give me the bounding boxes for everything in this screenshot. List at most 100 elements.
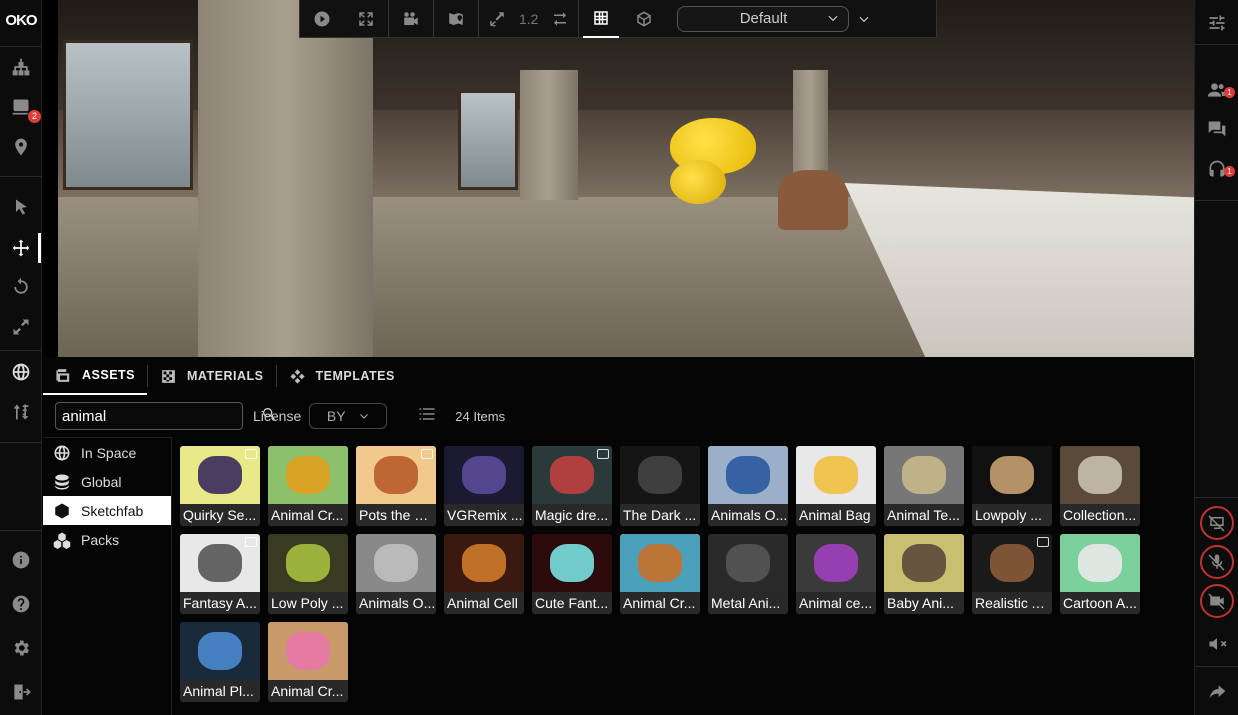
asset-card[interactable]: Lowpoly ...	[972, 446, 1052, 526]
left-toolbar: OKO 2	[0, 0, 42, 715]
hierarchy-icon[interactable]	[0, 52, 42, 82]
rotate-icon[interactable]	[0, 272, 42, 302]
asset-title: Baby Ani...	[884, 592, 964, 614]
divider	[1195, 200, 1238, 201]
layers-icon[interactable]: 2	[0, 92, 42, 123]
asset-card[interactable]: Animals O...	[708, 446, 788, 526]
asset-preview-shape	[638, 544, 682, 582]
sliders-icon[interactable]	[1195, 8, 1238, 38]
asset-card[interactable]: Animal Pl...	[180, 622, 260, 702]
asset-card[interactable]: Realistic A...	[972, 534, 1052, 614]
asset-card[interactable]: Collection...	[1060, 446, 1140, 526]
asset-card[interactable]: Animal Cell	[444, 534, 524, 614]
animated-badge-icon	[597, 449, 609, 459]
divider	[578, 0, 580, 38]
items-count: 24 Items	[455, 408, 506, 424]
asset-preview-shape	[990, 456, 1034, 494]
duck-model[interactable]	[670, 160, 726, 204]
exit-icon[interactable]	[0, 677, 42, 707]
move-icon[interactable]	[0, 233, 42, 263]
select-cursor-icon[interactable]	[0, 192, 42, 222]
asset-preview-shape	[726, 544, 770, 582]
asset-card[interactable]: Fantasy A...	[180, 534, 260, 614]
scene-window	[63, 40, 193, 190]
nav-global[interactable]: Global	[43, 467, 171, 496]
nav-label: In Space	[81, 444, 137, 461]
asset-card[interactable]: Pots the R...	[356, 446, 436, 526]
help-icon[interactable]	[0, 589, 42, 619]
headset-icon[interactable]: 1	[1195, 154, 1238, 184]
3d-viewport[interactable]	[58, 0, 1194, 357]
asset-title: Lowpoly ...	[972, 504, 1052, 526]
asset-card[interactable]: The Dark ...	[620, 446, 700, 526]
video-camera-icon	[404, 11, 418, 25]
license-select[interactable]: BY	[309, 403, 388, 429]
nav-packs[interactable]: Packs	[43, 525, 171, 554]
collapse-toolbar-button[interactable]	[849, 12, 879, 26]
asset-title: Animal ce...	[796, 592, 876, 614]
scale-icon[interactable]	[0, 312, 42, 342]
asset-preview-shape	[814, 544, 858, 582]
scene-chair	[778, 170, 848, 230]
asset-card[interactable]: Low Poly ...	[268, 534, 348, 614]
map-button[interactable]	[434, 0, 478, 38]
asset-card[interactable]: Quirky Se...	[180, 446, 260, 526]
search-box[interactable]	[55, 402, 276, 430]
cube-view-button[interactable]	[619, 0, 669, 38]
license-value: BY	[326, 408, 346, 424]
screenshare-off-button[interactable]	[1200, 506, 1234, 540]
asset-card[interactable]: Animal Bag	[796, 446, 876, 526]
asset-card[interactable]: Animal ce...	[796, 534, 876, 614]
nav-label: Global	[81, 473, 122, 490]
asset-card[interactable]: Animals O...	[356, 534, 436, 614]
info-icon[interactable]	[0, 545, 42, 575]
settings-icon[interactable]	[0, 633, 42, 663]
globe-icon[interactable]	[0, 357, 42, 387]
camera-off-button[interactable]	[1200, 584, 1234, 618]
asset-card[interactable]: Magic dre...	[532, 446, 612, 526]
swap-button[interactable]	[542, 0, 578, 38]
location-pin-icon[interactable]	[0, 132, 42, 162]
grid-button[interactable]	[583, 0, 620, 38]
participants-icon[interactable]: 1	[1195, 75, 1238, 105]
nav-label: Sketchfab	[81, 502, 144, 519]
view-mode-select[interactable]: Default	[677, 5, 850, 32]
asset-card[interactable]: Animal Te...	[884, 446, 964, 526]
tab-templates[interactable]: TEMPLATES	[277, 357, 407, 395]
sort-icon[interactable]	[0, 397, 42, 427]
asset-card[interactable]: Animal Cr...	[268, 446, 348, 526]
asset-preview-shape	[638, 456, 682, 494]
list-view-icon[interactable]	[417, 404, 437, 429]
speaker-mute-icon[interactable]	[1195, 629, 1238, 659]
asset-card[interactable]: VGRemix ...	[444, 446, 524, 526]
chat-icon[interactable]	[1195, 114, 1238, 144]
search-input[interactable]	[62, 407, 261, 425]
asset-preview-shape	[726, 456, 770, 494]
fullscreen-button[interactable]	[344, 0, 388, 38]
asset-title: Metal Ani...	[708, 592, 788, 614]
asset-card[interactable]: Metal Ani...	[708, 534, 788, 614]
asset-title: Magic dre...	[532, 504, 612, 526]
tab-materials[interactable]: MATERIALS	[148, 357, 276, 395]
asset-card[interactable]: Cartoon A...	[1060, 534, 1140, 614]
asset-card[interactable]: Cute Fant...	[532, 534, 612, 614]
chevron-down-icon	[826, 11, 840, 29]
screenshare-off-icon	[1208, 515, 1225, 532]
asset-title: Collection...	[1060, 504, 1140, 526]
asset-preview-shape	[462, 544, 506, 582]
nav-in-space[interactable]: In Space	[43, 438, 171, 467]
snap-value[interactable]: 1.2	[515, 11, 542, 27]
snap-button[interactable]	[479, 0, 515, 38]
share-arrow-icon[interactable]	[1195, 677, 1238, 707]
asset-preview-shape	[198, 456, 242, 494]
tab-assets[interactable]: ASSETS	[43, 357, 148, 395]
asset-card[interactable]: Animal Cr...	[620, 534, 700, 614]
asset-card[interactable]: Baby Ani...	[884, 534, 964, 614]
asset-card[interactable]: Animal Cr...	[268, 622, 348, 702]
play-button[interactable]	[300, 0, 344, 38]
mic-off-button[interactable]	[1200, 545, 1234, 579]
nav-sketchfab[interactable]: Sketchfab	[43, 496, 171, 525]
asset-title: Realistic A...	[972, 592, 1052, 614]
asset-preview-shape	[902, 456, 946, 494]
camera-button[interactable]	[389, 0, 433, 38]
